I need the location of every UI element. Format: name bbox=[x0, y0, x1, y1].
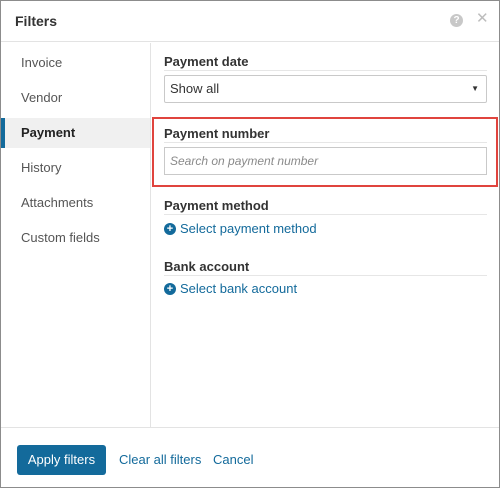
help-icon[interactable]: ? bbox=[450, 14, 463, 27]
payment-date-label: Payment date bbox=[164, 54, 249, 69]
section-divider bbox=[164, 70, 487, 71]
plus-circle-icon: + bbox=[164, 223, 176, 235]
clear-all-filters-link[interactable]: Clear all filters bbox=[119, 452, 201, 467]
dialog-header: Filters ? ✕ bbox=[1, 1, 499, 42]
payment-date-select[interactable]: Show all ▼ bbox=[164, 75, 487, 103]
section-divider bbox=[164, 214, 487, 215]
plus-circle-icon: + bbox=[164, 283, 176, 295]
section-divider bbox=[164, 275, 487, 276]
filters-dialog: Filters ? ✕ Invoice Vendor Payment Histo… bbox=[0, 0, 500, 488]
cancel-link[interactable]: Cancel bbox=[213, 452, 253, 467]
sidebar-item-history[interactable]: History bbox=[1, 153, 150, 183]
section-divider bbox=[164, 142, 487, 143]
filter-sidebar: Invoice Vendor Payment History Attachmen… bbox=[1, 43, 151, 427]
apply-filters-button[interactable]: Apply filters bbox=[17, 445, 106, 475]
sidebar-item-vendor[interactable]: Vendor bbox=[1, 83, 150, 113]
payment-number-label: Payment number bbox=[164, 126, 270, 141]
select-payment-method-link[interactable]: + Select payment method bbox=[164, 221, 317, 237]
sidebar-item-custom-fields[interactable]: Custom fields bbox=[1, 223, 150, 253]
select-payment-method-text: Select payment method bbox=[180, 221, 317, 236]
close-icon[interactable]: ✕ bbox=[476, 11, 489, 27]
payment-date-selected-value: Show all bbox=[170, 81, 220, 96]
caret-down-icon: ▼ bbox=[471, 84, 479, 93]
select-bank-account-text: Select bank account bbox=[180, 281, 298, 296]
payment-number-input[interactable] bbox=[164, 147, 487, 175]
payment-method-label: Payment method bbox=[164, 198, 269, 213]
filter-content: Payment date Show all ▼ Payment number P… bbox=[152, 43, 499, 427]
dialog-footer: Apply filters Clear all filters Cancel bbox=[1, 427, 499, 487]
sidebar-item-attachments[interactable]: Attachments bbox=[1, 188, 150, 218]
dialog-title: Filters bbox=[15, 13, 58, 29]
bank-account-label: Bank account bbox=[164, 259, 250, 274]
sidebar-item-payment[interactable]: Payment bbox=[1, 118, 150, 148]
sidebar-item-invoice[interactable]: Invoice bbox=[1, 48, 150, 78]
select-bank-account-link[interactable]: + Select bank account bbox=[164, 281, 297, 297]
